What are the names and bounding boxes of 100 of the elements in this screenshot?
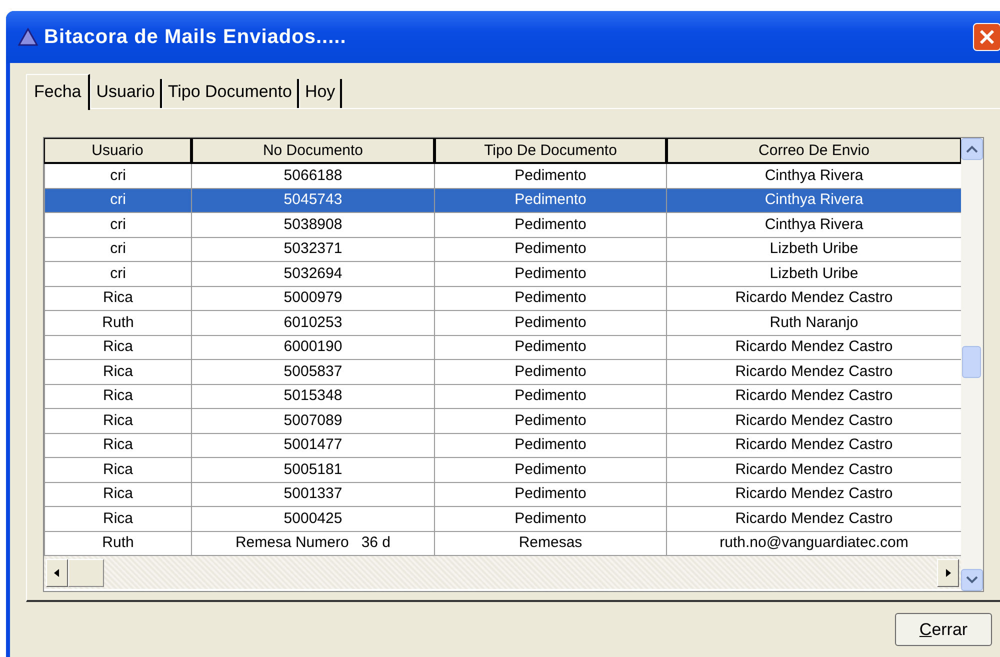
tab[interactable]: Fecha <box>26 74 90 110</box>
table-row[interactable]: Rica 5005837 Pedimento Ricardo Mendez Castro <box>44 360 961 384</box>
tab[interactable]: Usuario <box>90 79 162 108</box>
table-cell: Pedimento <box>514 166 586 184</box>
table-cell: 5005837 <box>284 362 342 380</box>
triangle-icon <box>18 28 38 46</box>
table-cell: Rica <box>102 485 133 502</box>
table-cell: Ricardo Mendez Castro <box>735 510 893 527</box>
table-cell: Lizbeth Uribe <box>770 240 858 258</box>
table-row[interactable]: Rica 5000425 Pedimento Ricardo Mendez Castro <box>44 506 961 531</box>
table-cell: cri <box>110 264 126 282</box>
table-cell: Cinthya Rivera <box>764 166 864 184</box>
table-cell: Remesas <box>518 534 582 552</box>
table-cell: Rica <box>102 362 133 380</box>
table-cell: Ricardo Mendez Castro <box>735 289 893 306</box>
table-cell: cri <box>110 191 126 208</box>
table-cell: 5045743 <box>284 191 342 208</box>
table-cell: Pedimento <box>514 314 586 331</box>
table-cell: 5001337 <box>284 485 342 502</box>
chevron-up-icon <box>966 145 978 153</box>
table-cell: 5015348 <box>284 387 342 404</box>
table-cell: Rica <box>102 412 133 429</box>
table-cell: 6000190 <box>284 338 342 356</box>
left-arrow-icon <box>53 568 61 578</box>
table-cell: Lizbeth Uribe <box>770 264 858 282</box>
table-cell: 5066188 <box>284 166 342 184</box>
table-cell: Ruth <box>102 314 134 331</box>
column-header[interactable]: Tipo De Documento <box>434 138 666 163</box>
table-cell: Pedimento <box>514 460 586 478</box>
right-arrow-icon <box>944 568 952 578</box>
table-cell: Rica <box>102 387 133 404</box>
table-cell: Pedimento <box>514 485 586 502</box>
table-row[interactable]: Rica 5007089 Pedimento Ricardo Mendez Castro <box>44 408 961 433</box>
cerrar-button[interactable]: Cerrar <box>895 613 992 646</box>
column-header[interactable]: No Documento <box>192 138 434 163</box>
table-cell: Pedimento <box>514 387 586 404</box>
scroll-down-button[interactable] <box>961 569 983 591</box>
table-cell: Ricardo Mendez Castro <box>735 362 893 380</box>
table-cell: Ruth <box>102 534 134 552</box>
table-cell: Rica <box>102 510 133 527</box>
table-cell: Pedimento <box>514 191 586 208</box>
table-row[interactable]: Rica 5000979 Pedimento Ricardo Mendez Castro <box>44 286 961 310</box>
table-cell: Rica <box>102 338 133 356</box>
table-row[interactable]: Rica 6000190 Pedimento Ricardo Mendez Castro <box>44 335 961 360</box>
table-cell: Pedimento <box>514 412 586 429</box>
table-cell: Pedimento <box>514 362 586 380</box>
window-title: Bitacora de Mails Enviados..... <box>44 26 346 48</box>
table-cell: 5032371 <box>284 240 342 258</box>
chevron-down-icon <box>966 576 978 584</box>
table-cell: 5005181 <box>284 460 342 478</box>
column-header[interactable]: Usuario <box>44 138 192 163</box>
window-close-button[interactable] <box>973 23 1000 51</box>
table-row[interactable]: Rica 5001337 Pedimento Ricardo Mendez Castro <box>44 482 961 506</box>
table-cell: Ricardo Mendez Castro <box>735 460 893 478</box>
scroll-thumb[interactable] <box>962 346 981 378</box>
table-cell: Pedimento <box>514 240 586 258</box>
table-cell: Pedimento <box>514 264 586 282</box>
table-cell: Ricardo Mendez Castro <box>735 436 893 454</box>
table-row[interactable]: Rica 5015348 Pedimento Ricardo Mendez Castro <box>44 384 961 408</box>
table-row[interactable]: Rica 5001477 Pedimento Ricardo Mendez Castro <box>44 433 961 458</box>
table-row[interactable]: Rica 5005181 Pedimento Ricardo Mendez Castro <box>44 458 961 482</box>
table-cell: Pedimento <box>514 216 586 233</box>
table-cell: Pedimento <box>514 510 586 527</box>
table-cell: cri <box>110 166 126 184</box>
table-cell: Cinthya Rivera <box>764 216 864 233</box>
table-cell: Rica <box>102 289 133 306</box>
table-cell: Pedimento <box>514 338 586 356</box>
scroll-right-button[interactable] <box>937 558 959 586</box>
table-cell: 5000425 <box>284 510 342 527</box>
vertical-scrollbar[interactable] <box>961 138 983 591</box>
table-row[interactable]: cri 5066188 Pedimento Cinthya Rivera <box>44 163 961 188</box>
tab[interactable]: Hoy <box>298 79 342 108</box>
table-cell: Rica <box>102 436 133 454</box>
table-cell: Cinthya Rivera <box>764 191 864 208</box>
scroll-left-button[interactable] <box>46 558 68 586</box>
table-cell: ruth.no@vanguardiatec.com <box>720 534 908 552</box>
table-row[interactable]: Ruth 6010253 Pedimento Ruth Naranjo <box>44 310 961 335</box>
table-row[interactable]: cri 5032694 Pedimento Lizbeth Uribe <box>44 262 961 286</box>
table-cell: 5032694 <box>284 264 342 282</box>
table-cell: Ricardo Mendez Castro <box>735 387 893 404</box>
table-row[interactable]: cri 5032371 Pedimento Lizbeth Uribe <box>44 237 961 262</box>
column-header[interactable]: Correo De Envio <box>666 138 961 163</box>
table-cell: Ricardo Mendez Castro <box>735 338 893 356</box>
table-cell: Pedimento <box>514 289 586 306</box>
selected-row[interactable]: cri 5045743 Pedimento Cinthya Rivera <box>44 188 961 212</box>
close-icon <box>977 27 997 47</box>
table-cell: 5007089 <box>284 412 342 429</box>
table-cell: 5000979 <box>284 289 342 306</box>
table-cell: Pedimento <box>514 436 586 454</box>
table-row[interactable]: cri 5038908 Pedimento Cinthya Rivera <box>44 212 961 237</box>
table-cell: Remesa Numero 36 d <box>235 534 391 552</box>
table-cell: cri <box>110 240 126 258</box>
table-cell: Ricardo Mendez Castro <box>735 412 893 429</box>
horizontal-scrollbar[interactable] <box>44 556 961 589</box>
table-cell: Ricardo Mendez Castro <box>735 485 893 502</box>
table-cell: Ruth Naranjo <box>770 314 858 331</box>
scroll-up-button[interactable] <box>961 138 983 160</box>
table-cell: 5038908 <box>284 216 342 233</box>
tab[interactable]: Tipo Documento <box>162 79 299 108</box>
table-cell: 6010253 <box>284 314 342 331</box>
